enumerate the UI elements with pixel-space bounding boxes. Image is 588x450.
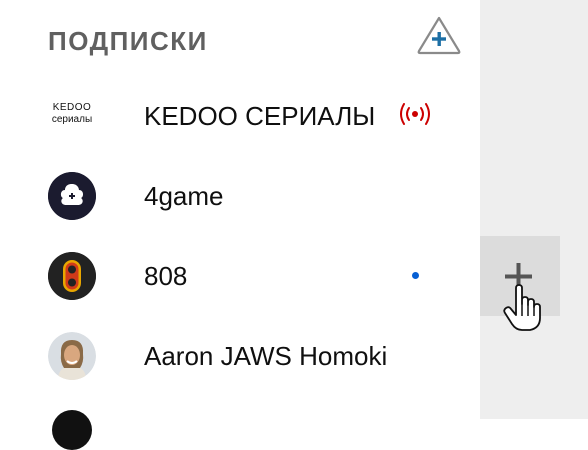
channel-name: 4game bbox=[144, 181, 224, 211]
subscription-row-aaron-jaws-homoki[interactable]: Aaron JAWS Homoki bbox=[0, 316, 480, 396]
subscription-row-4game[interactable]: 4game bbox=[0, 156, 480, 236]
channel-name: Aaron JAWS Homoki bbox=[144, 341, 388, 371]
channel-name: KEDOO СЕРИАЛЫ bbox=[144, 101, 376, 131]
channel-avatar-partial bbox=[52, 410, 92, 450]
new-content-indicator bbox=[412, 272, 419, 279]
subscriptions-panel: ПОДПИСКИ KEDOO сериалы KEDOO СЕРИАЛЫ 4ga… bbox=[0, 0, 480, 450]
4game-logo-icon bbox=[48, 172, 96, 220]
subscription-row-808[interactable]: 808 bbox=[0, 236, 480, 316]
channel-logo-kedoo: KEDOO сериалы bbox=[51, 102, 93, 125]
subscription-row-kedoo[interactable]: KEDOO сериалы KEDOO СЕРИАЛЫ bbox=[0, 76, 480, 156]
channel-avatar-aaron bbox=[48, 332, 96, 380]
live-broadcast-icon bbox=[400, 103, 430, 125]
add-subscription-button[interactable] bbox=[416, 14, 462, 56]
channel-avatar-4game bbox=[48, 172, 96, 220]
side-area bbox=[480, 0, 588, 419]
channel-avatar-808 bbox=[48, 252, 96, 300]
person-photo-icon bbox=[48, 332, 96, 380]
channel-name: 808 bbox=[144, 261, 188, 291]
808-logo-icon bbox=[48, 252, 96, 300]
section-title: ПОДПИСКИ bbox=[48, 26, 208, 56]
add-subscription-icon bbox=[417, 16, 461, 55]
hand-pointer-icon bbox=[503, 284, 541, 331]
